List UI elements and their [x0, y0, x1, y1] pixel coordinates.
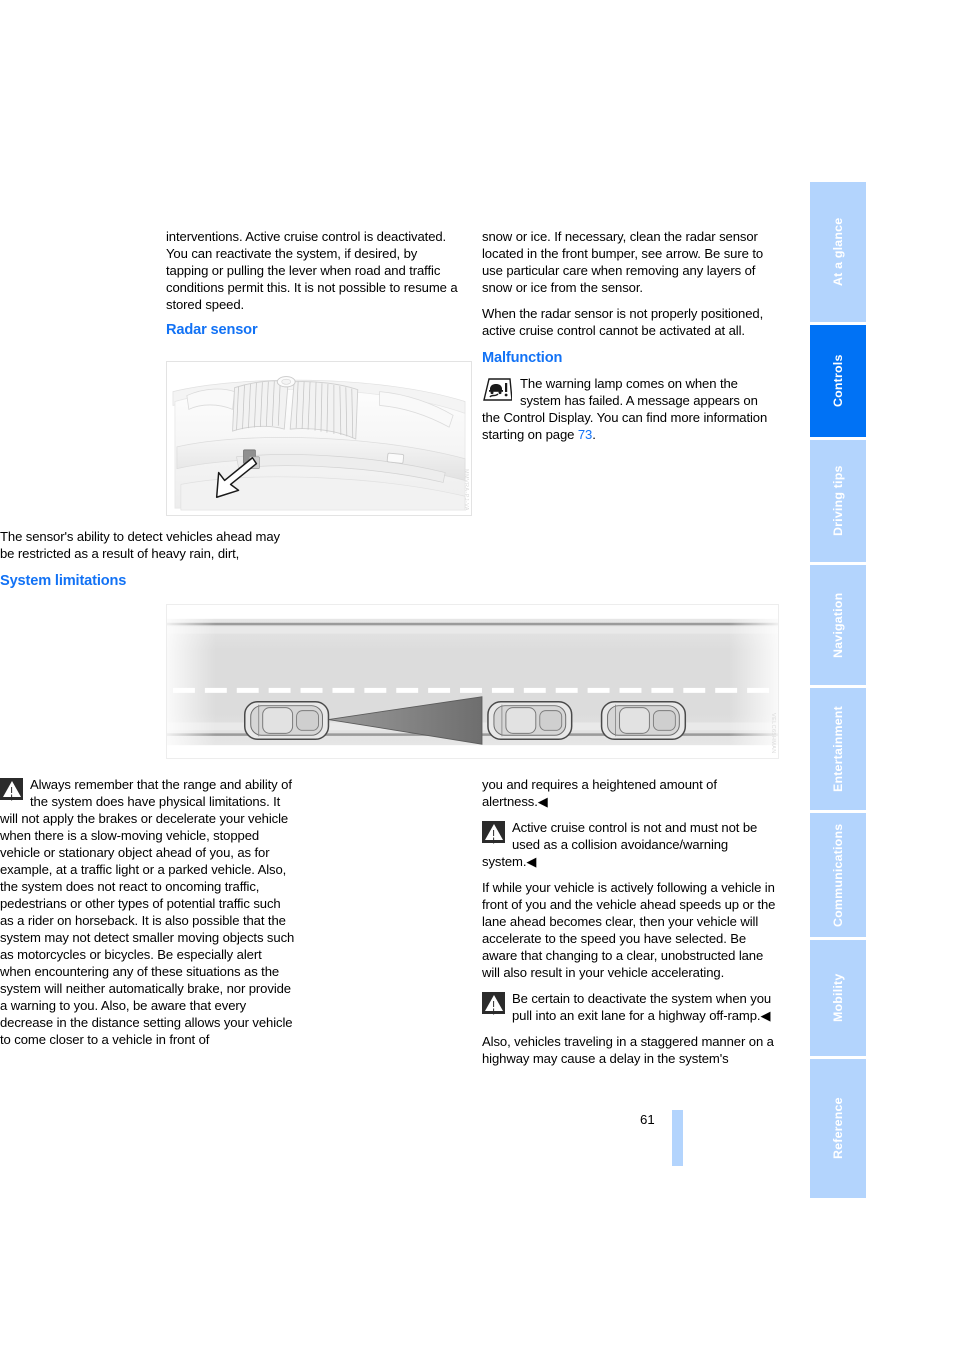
tab-label: Navigation — [831, 592, 845, 658]
warning-note-1-text: Always remember that the range and abili… — [0, 777, 295, 1047]
malfunction-text-a: The warning lamp comes on when the syste… — [482, 376, 768, 442]
malfunction-text-b: . — [592, 427, 596, 442]
warning-1-continuation: you and requires a heightened amount of … — [482, 777, 717, 809]
tab-mobility[interactable]: Mobility — [810, 940, 866, 1056]
malfunction-heading: Malfunction — [482, 350, 563, 366]
end-marker: ◀ — [537, 794, 548, 809]
tab-reference[interactable]: Reference — [810, 1059, 866, 1198]
radar-caption: The sensor's ability to detect vehicles … — [0, 529, 280, 561]
tab-label: Controls — [831, 354, 845, 408]
warning-triangle-icon — [0, 778, 23, 800]
warning-triangle-icon — [482, 821, 505, 843]
warning-note-3: Be certain to deactivate the system when… — [482, 990, 778, 1024]
acceleration-paragraph: If while your vehicle is actively follow… — [482, 880, 776, 980]
page-number: 61 — [640, 1112, 655, 1127]
figure-watermark: MMVRA-PJ-VA — [463, 469, 469, 511]
right-column-lower: you and requires a heightened amount of … — [482, 776, 778, 1076]
acc-warning-lamp-icon — [483, 378, 512, 401]
snow-paragraph: snow or ice. If necessary, clean the rad… — [482, 229, 764, 295]
tab-label: Communications — [831, 823, 845, 927]
end-marker: ◀ — [760, 1008, 771, 1023]
radar-sensor-figure: MMVRA-PJ-VA — [166, 361, 472, 516]
tab-communications[interactable]: Communications — [810, 813, 866, 937]
staggered-paragraph: Also, vehicles traveling in a staggered … — [482, 1034, 774, 1066]
malfunction-note-text: The warning lamp comes on when the syste… — [482, 375, 778, 443]
left-column: interventions. Active cruise control is … — [166, 228, 462, 347]
malfunction-note: The warning lamp comes on when the syste… — [482, 375, 778, 443]
warning-note-2: Active cruise control is not and must no… — [482, 819, 778, 870]
tab-entertainment[interactable]: Entertainment — [810, 688, 866, 810]
tab-label: Driving tips — [831, 465, 845, 537]
tab-navigation[interactable]: Navigation — [810, 565, 866, 685]
page-number-bar — [672, 1110, 683, 1166]
warning-note-2-text: Active cruise control is not and must no… — [482, 820, 758, 869]
figure-watermark: VELC65HMAN — [770, 713, 776, 754]
warning-note-3-text: Be certain to deactivate the system when… — [512, 991, 772, 1023]
end-marker: ◀ — [526, 854, 537, 869]
manual-page: interventions. Active cruise control is … — [0, 0, 954, 1351]
radar-sensor-illustration — [167, 362, 471, 515]
system-limitations-heading: System limitations — [0, 573, 127, 589]
section-tabs: At a glance Controls Driving tips Navigatio… — [810, 182, 866, 1201]
intro-paragraph: interventions. Active cruise control is … — [166, 229, 458, 312]
page-link-73[interactable]: 73 — [578, 427, 592, 442]
tab-label: At a glance — [831, 217, 845, 287]
tab-controls[interactable]: Controls — [810, 325, 866, 437]
tab-driving-tips[interactable]: Driving tips — [810, 440, 866, 562]
left-column-warning: Always remember that the range and abili… — [0, 776, 296, 1057]
tab-at-a-glance[interactable]: At a glance — [810, 182, 866, 322]
warning-triangle-icon — [482, 992, 505, 1014]
warning-note-1: Always remember that the range and abili… — [0, 776, 296, 1048]
left-column-continued: The sensor's ability to detect vehicles … — [0, 528, 296, 598]
tab-label: Entertainment — [831, 706, 845, 792]
radar-sensor-heading: Radar sensor — [166, 322, 258, 338]
system-limitations-illustration — [167, 605, 778, 758]
system-limitations-figure: VELC65HMAN — [166, 604, 779, 759]
tab-label: Mobility — [831, 973, 845, 1023]
position-paragraph: When the radar sensor is not properly po… — [482, 306, 764, 338]
tab-label: Reference — [831, 1097, 845, 1160]
right-column: snow or ice. If necessary, clean the rad… — [482, 228, 778, 452]
